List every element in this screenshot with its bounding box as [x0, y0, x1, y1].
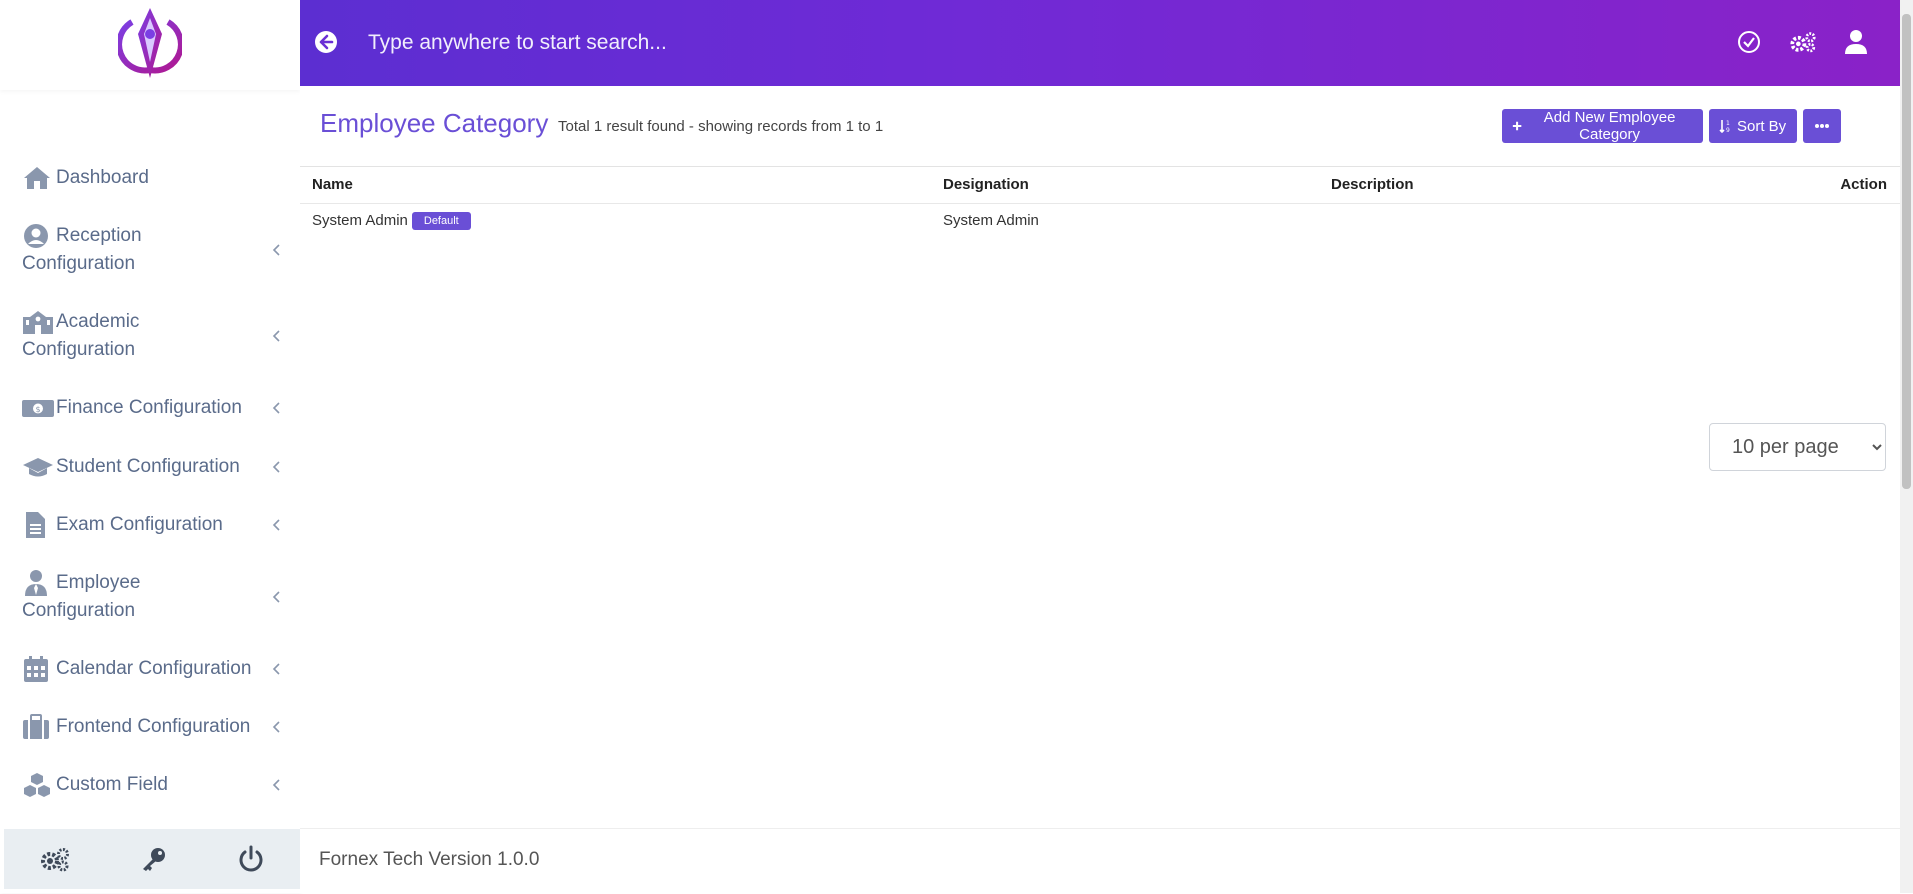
main-content: Employee Category Total 1 result found -… — [300, 86, 1900, 893]
table-header: Name Designation Description Action — [300, 166, 1900, 204]
sort-icon: 19 — [1719, 120, 1730, 133]
sidebar-item-label-line2: Configuration — [22, 253, 136, 274]
sidebar-item-label: Student Configuration — [56, 456, 240, 477]
user-icon[interactable] — [1842, 28, 1870, 56]
sort-by-button[interactable]: 19 Sort By — [1709, 109, 1797, 143]
ellipsis-icon — [1815, 124, 1829, 128]
user-circle-icon — [22, 222, 56, 250]
chevron-left-icon — [270, 453, 284, 481]
sidebar-item-label: Calendar Configuration — [56, 658, 252, 679]
chevron-left-icon — [270, 713, 284, 741]
home-icon — [22, 164, 56, 192]
cell-designation: System Admin — [943, 212, 1039, 229]
page-title: Employee Category — [320, 108, 549, 138]
user-tie-icon — [22, 569, 56, 597]
briefcase-icon — [22, 713, 56, 741]
app-logo-icon[interactable] — [118, 6, 182, 80]
sidebar-item-label: Custom Field — [56, 774, 168, 795]
sidebar-item-academic-configuration[interactable]: Academic Configuration — [22, 308, 284, 364]
page-footer: Fornex Tech Version 1.0.0 — [300, 828, 1900, 894]
column-header-action: Action — [1840, 176, 1887, 193]
search-input[interactable] — [366, 24, 1070, 62]
chevron-left-icon — [270, 771, 284, 799]
sidebar-item-label: Finance Configuration — [56, 397, 242, 418]
sidebar-item-reception-configuration[interactable]: Reception Configuration — [22, 222, 284, 278]
back-arrow-icon[interactable] — [314, 30, 340, 56]
school-icon — [22, 308, 56, 336]
sidebar-item-employee-configuration[interactable]: Employee Configuration — [22, 569, 284, 625]
more-options-button[interactable] — [1803, 109, 1841, 143]
sidebar-item-label: Academic — [56, 311, 140, 332]
settings-gears-icon[interactable] — [1789, 28, 1817, 56]
check-circle-icon[interactable] — [1735, 28, 1763, 56]
scrollbar-thumb[interactable] — [1902, 14, 1911, 489]
sidebar-item-label-line2: Configuration — [22, 600, 136, 621]
column-header-description[interactable]: Description — [1331, 176, 1414, 193]
sort-button-label: Sort By — [1737, 117, 1787, 135]
sidebar-item-label: Exam Configuration — [56, 514, 223, 535]
sidebar-item-exam-configuration[interactable]: Exam Configuration — [22, 511, 284, 539]
sidebar-footer — [4, 829, 300, 889]
chevron-left-icon — [270, 322, 284, 350]
chevron-left-icon — [270, 655, 284, 683]
add-employee-category-button[interactable]: Add New Employee Category — [1502, 109, 1703, 143]
column-header-name[interactable]: Name — [312, 176, 353, 193]
file-icon — [22, 511, 56, 539]
svg-text:$: $ — [35, 405, 40, 414]
settings-gears-icon[interactable] — [39, 846, 71, 872]
calendar-icon — [22, 655, 56, 683]
chevron-left-icon — [270, 394, 284, 422]
employee-category-name: System Admin — [312, 212, 408, 229]
page-scrollbar[interactable] — [1900, 0, 1913, 893]
column-header-designation[interactable]: Designation — [943, 176, 1029, 193]
results-summary: Total 1 result found - showing records f… — [558, 118, 884, 135]
svg-text:9: 9 — [1726, 127, 1730, 133]
key-icon[interactable] — [140, 846, 168, 872]
sidebar-item-dashboard[interactable]: Dashboard — [22, 164, 284, 192]
chevron-left-icon — [270, 583, 284, 611]
sidebar-item-calendar-configuration[interactable]: Calendar Configuration — [22, 655, 284, 683]
sidebar-item-frontend-configuration[interactable]: Frontend Configuration — [22, 713, 284, 741]
version-text: Fornex Tech Version 1.0.0 — [319, 849, 540, 870]
sidebar-item-finance-configuration[interactable]: $ Finance Configuration — [22, 394, 284, 422]
default-badge: Default — [411, 212, 471, 230]
per-page-select[interactable]: 10 per page — [1709, 423, 1886, 471]
chevron-left-icon — [270, 236, 284, 264]
add-button-label: Add New Employee Category — [1543, 109, 1676, 143]
sidebar-item-student-configuration[interactable]: Student Configuration — [22, 453, 284, 481]
cubes-icon — [22, 771, 56, 799]
sidebar: Dashboard Reception Configuration Academ… — [0, 0, 300, 893]
graduation-cap-icon — [22, 453, 56, 481]
table-row[interactable]: System Admin Default System Admin — [300, 203, 1900, 239]
sidebar-item-custom-field[interactable]: Custom Field — [22, 771, 284, 799]
sidebar-item-label-line2: Configuration — [22, 339, 136, 360]
plus-icon — [1512, 121, 1522, 131]
logo-area — [0, 0, 300, 90]
money-icon: $ — [22, 394, 56, 422]
sidebar-item-label: Employee — [56, 572, 141, 593]
cell-name: System Admin Default — [312, 212, 471, 230]
power-icon[interactable] — [237, 845, 265, 873]
sidebar-item-label: Frontend Configuration — [56, 716, 251, 737]
chevron-left-icon — [270, 511, 284, 539]
top-header — [300, 0, 1900, 86]
svg-text:1: 1 — [1726, 120, 1730, 127]
sidebar-item-label: Dashboard — [56, 167, 149, 188]
sidebar-item-label: Reception — [56, 225, 142, 246]
